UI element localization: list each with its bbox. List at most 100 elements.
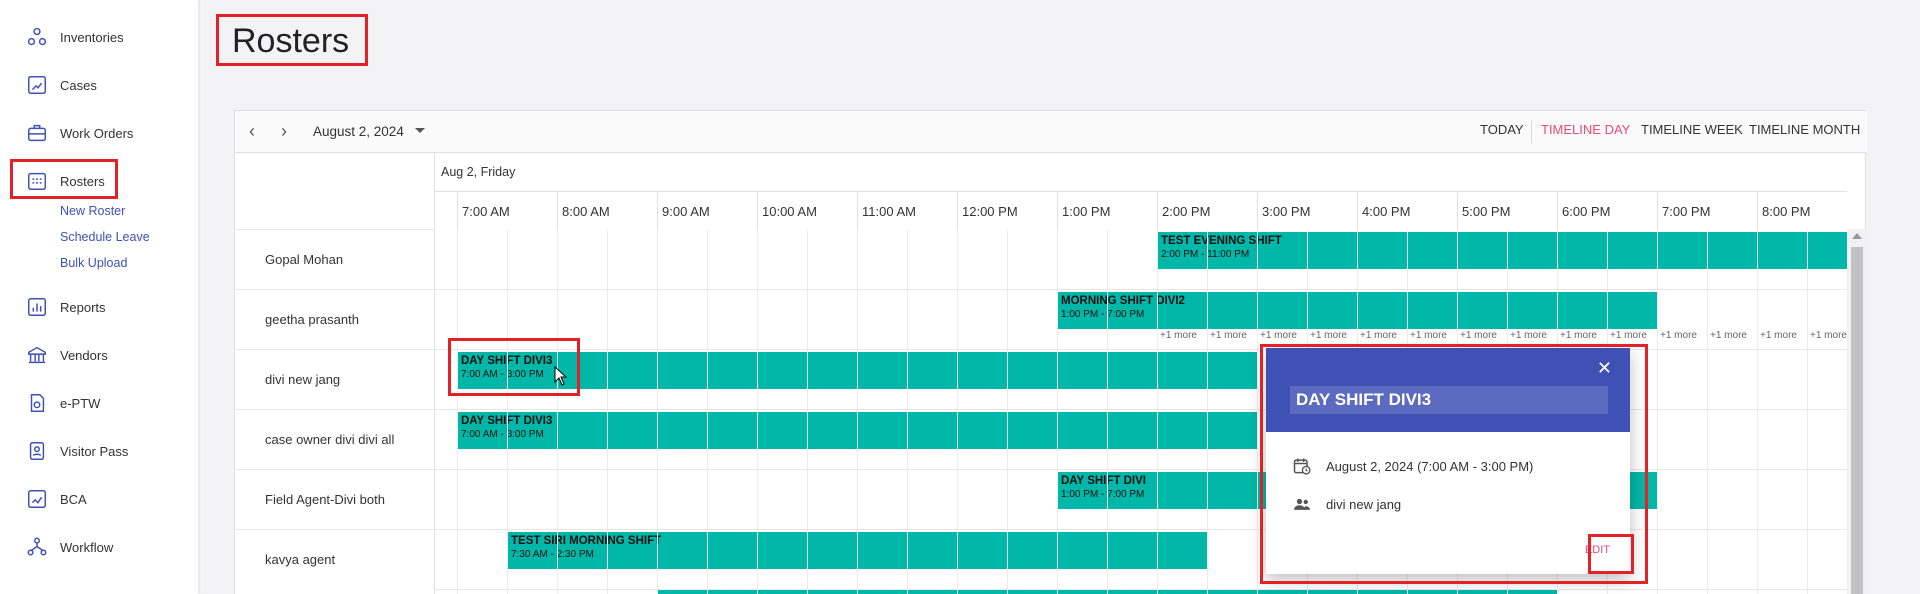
row-line (435, 469, 1847, 470)
more-events-link[interactable]: +1 more (1360, 330, 1397, 341)
resource-row: case owner divi divi all (235, 409, 435, 469)
edit-button[interactable]: EDIT (1585, 544, 1610, 556)
popup-title: DAY SHIFT DIVI3 (1290, 386, 1608, 414)
more-events-link[interactable]: +1 more (1610, 330, 1647, 341)
resource-name: geetha prasanth (265, 312, 359, 327)
sidebar-item-rosters[interactable]: Rosters (0, 162, 198, 200)
sidebar-item-label: Work Orders (60, 125, 134, 141)
sub-item-bulk-upload[interactable]: Bulk Upload (60, 256, 127, 270)
more-events-link[interactable]: +1 more (1410, 330, 1447, 341)
hour-label: 7:00 PM (1662, 204, 1711, 219)
mouse-cursor-icon (554, 366, 568, 386)
sub-item-new-roster[interactable]: New Roster (60, 204, 125, 218)
prev-day-button[interactable]: ‹ (249, 121, 255, 142)
close-icon[interactable]: ✕ (1597, 358, 1612, 379)
visitor-pass-icon (29, 442, 45, 460)
hour-header-cell: 5:00 PM (1457, 192, 1557, 230)
hour-label: 9:00 AM (662, 204, 710, 219)
sidebar-item-label: Inventories (60, 29, 124, 45)
calendar-clock-icon (1293, 458, 1311, 475)
hour-label: 8:00 PM (1762, 204, 1811, 219)
more-events-link[interactable]: +1 more (1660, 330, 1697, 341)
hour-header-cell: 12:00 PM (957, 192, 1057, 230)
vertical-scrollbar[interactable] (1847, 229, 1867, 594)
more-events-link[interactable]: +1 more (1710, 330, 1747, 341)
grid-line (1207, 229, 1208, 594)
cases-icon (28, 76, 46, 94)
workflow-icon (27, 537, 47, 556)
popup-datetime: August 2, 2024 (7:00 AM - 3:00 PM) (1326, 458, 1534, 474)
grid-line (607, 229, 608, 594)
hour-header-cell: 3:00 PM (1257, 192, 1357, 230)
bca-icon (28, 490, 46, 508)
hour-label: 7:00 AM (462, 204, 510, 219)
sidebar-item-bca[interactable]: BCA (0, 480, 198, 518)
popup-datetime-row: August 2, 2024 (7:00 AM - 3:00 PM) (1292, 456, 1533, 476)
more-events-link[interactable]: +1 more (1160, 330, 1197, 341)
grid-line (1257, 229, 1258, 594)
resource-row: geetha prasanth (235, 289, 435, 349)
sidebar-item-label: BCA (60, 491, 87, 507)
sidebar-item-cases[interactable]: Cases (0, 66, 198, 104)
sidebar-item-workflow[interactable]: Workflow (0, 528, 198, 566)
resource-row: Field Agent-Divi both (235, 469, 435, 529)
chevron-down-icon[interactable] (415, 128, 425, 133)
grid-line (807, 229, 808, 594)
timeline-body: TEST EVENING SHIFT 2:00 PM - 11:00 PM MOR… (435, 229, 1847, 594)
more-events-link[interactable]: +1 more (1310, 330, 1347, 341)
more-events-link[interactable]: +1 more (1210, 330, 1247, 341)
hour-label: 11:00 AM (862, 204, 916, 219)
sub-item-schedule-leave[interactable]: Schedule Leave (60, 230, 150, 244)
timeline-month-button[interactable]: TIMELINE MONTH (1749, 122, 1860, 137)
scroll-up-icon[interactable] (1852, 233, 1862, 239)
more-events-link[interactable]: +1 more (1260, 330, 1297, 341)
more-events-link[interactable]: +1 more (1810, 330, 1847, 341)
resource-name: divi new jang (265, 372, 341, 387)
hour-label: 12:00 PM (962, 204, 1018, 219)
hour-label: 4:00 PM (1362, 204, 1411, 219)
grid-line (857, 229, 858, 594)
grid-line (457, 229, 458, 594)
more-events-link[interactable]: +1 more (1760, 330, 1797, 341)
event-test-evening-shift[interactable]: TEST EVENING SHIFT 2:00 PM - 11:00 PM (1157, 232, 1847, 269)
resource-name: kavya agent (265, 552, 336, 567)
popup-header: ✕ DAY SHIFT DIVI3 (1266, 348, 1630, 432)
sidebar-item-inventories[interactable]: Inventories (0, 18, 198, 56)
timeline-week-button[interactable]: TIMELINE WEEK (1641, 122, 1743, 137)
grid-line (1707, 229, 1708, 594)
row-line (435, 349, 1847, 350)
more-events-link[interactable]: +1 more (1560, 330, 1597, 341)
sidebar-item-visitor-pass[interactable]: Visitor Pass (0, 432, 198, 470)
grid-line (1107, 229, 1108, 594)
event-time: 2:00 PM - 11:00 PM (1161, 249, 1250, 260)
sidebar-item-eptw[interactable]: e-PTW (0, 384, 198, 422)
grid-line (1157, 229, 1158, 594)
resource-row: kavya agent (235, 529, 435, 589)
date-selector[interactable]: August 2, 2024 (313, 124, 404, 139)
popup-resource-row: divi new jang (1292, 494, 1401, 514)
hour-header: 7:00 AM 8:00 AM 9:00 AM 10:00 AM 11:00 AM 12:… (435, 191, 1847, 230)
sidebar-item-reports[interactable]: Reports (0, 288, 198, 326)
hour-header-cell: 8:00 AM (557, 192, 657, 230)
more-events-link[interactable]: +1 more (1460, 330, 1497, 341)
hour-label: 1:00 PM (1062, 204, 1111, 219)
sidebar-item-work-orders[interactable]: Work Orders (0, 114, 198, 152)
resource-name: case owner divi divi all (265, 432, 395, 447)
next-day-button[interactable]: › (281, 121, 287, 142)
resource-row: Gopal Mohan (235, 229, 435, 289)
scroll-thumb[interactable] (1851, 247, 1863, 594)
toolbar-divider (1531, 121, 1532, 143)
sidebar-item-label: Reports (60, 299, 106, 315)
row-line (435, 529, 1847, 530)
grid-line (507, 229, 508, 594)
today-button[interactable]: TODAY (1480, 122, 1524, 137)
grid-line (1057, 229, 1058, 594)
sidebar-item-vendors[interactable]: Vendors (0, 336, 198, 374)
timeline-day-button[interactable]: TIMELINE DAY (1541, 122, 1630, 137)
more-events-link[interactable]: +1 more (1510, 330, 1547, 341)
resource-name: Gopal Mohan (265, 252, 344, 267)
hour-header-cell: 7:00 AM (457, 192, 557, 230)
work-orders-icon (28, 124, 46, 142)
grid-line (557, 229, 558, 594)
sidebar-item-label: Workflow (60, 539, 114, 555)
